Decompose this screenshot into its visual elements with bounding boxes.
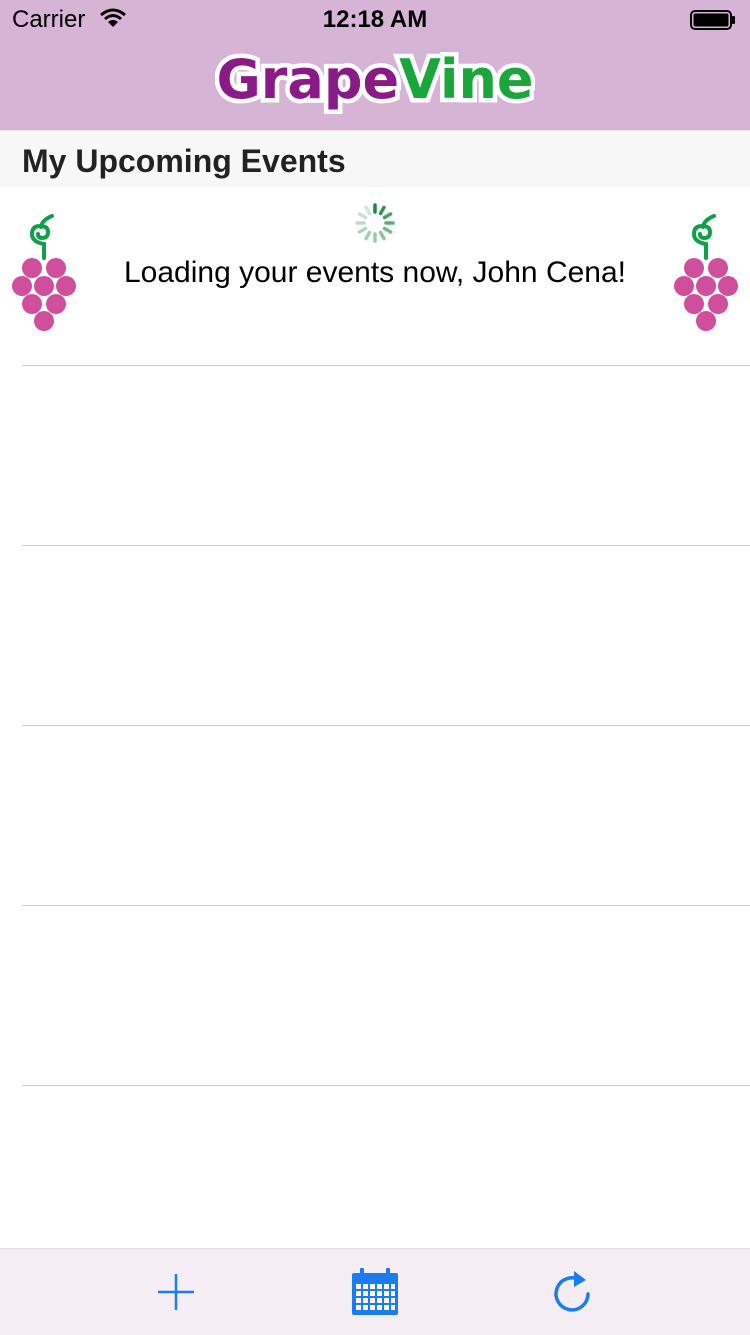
tab-bar	[0, 1248, 750, 1335]
logo-text-vine: Vine	[399, 48, 533, 111]
grape-icon-right	[670, 214, 742, 337]
empty-event-cell[interactable]	[0, 366, 750, 546]
refresh-button[interactable]	[548, 1267, 598, 1317]
loading-spinner-icon	[354, 202, 396, 244]
refresh-icon	[554, 1271, 590, 1312]
status-bar: Carrier 12:18 AM	[0, 0, 750, 40]
calendar-button[interactable]	[350, 1267, 400, 1317]
empty-event-cell[interactable]	[0, 546, 750, 726]
logo-text-grape: Grape	[216, 48, 399, 111]
loading-message: Loading your events now, John Cena!	[123, 256, 627, 289]
add-event-button[interactable]	[151, 1267, 201, 1317]
section-header: My Upcoming Events	[0, 130, 750, 187]
empty-event-cell[interactable]	[0, 726, 750, 906]
cell-separator	[22, 1085, 750, 1086]
navigation-bar: Carrier 12:18 AM GrapeVine GrapeVine	[0, 0, 750, 130]
app-logo: GrapeVine GrapeVine	[0, 42, 750, 126]
battery-icon	[690, 10, 735, 30]
logo-text: GrapeVine	[216, 48, 533, 111]
section-title: My Upcoming Events	[22, 143, 346, 179]
calendar-icon	[352, 1268, 398, 1315]
status-time: 12:18 AM	[322, 6, 428, 33]
add-icon	[158, 1274, 194, 1310]
empty-event-cell[interactable]	[0, 906, 750, 1086]
